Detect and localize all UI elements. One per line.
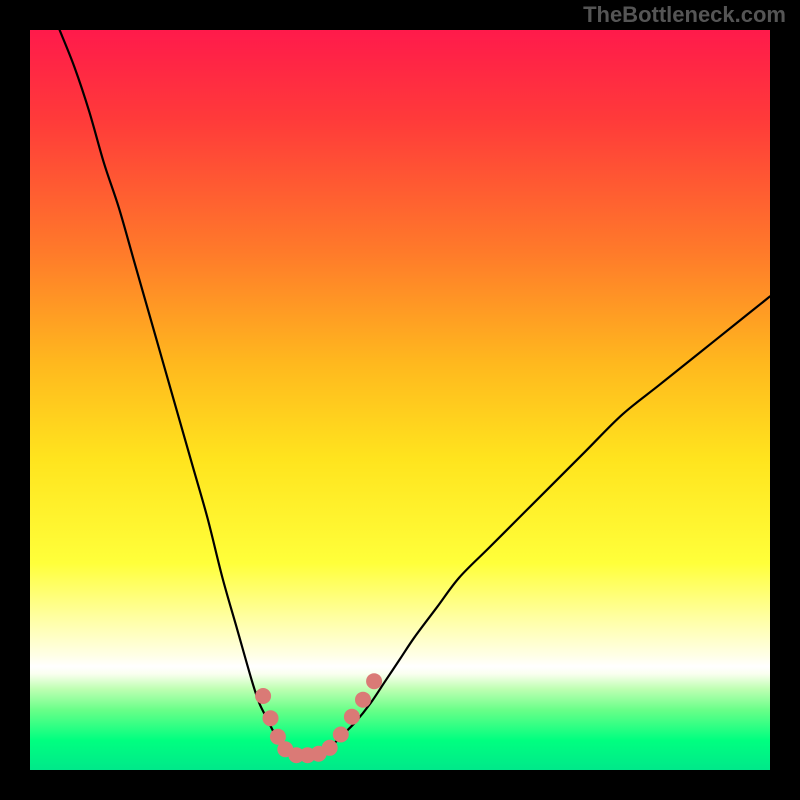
curve-marker-dot: [355, 692, 371, 708]
curve-marker-dot: [333, 726, 349, 742]
bottleneck-curve: [60, 30, 770, 755]
curve-marker-dot: [263, 710, 279, 726]
curve-marker-dot: [322, 740, 338, 756]
curve-layer: [30, 30, 770, 770]
chart-container: TheBottleneck.com: [0, 0, 800, 800]
curve-marker-dot: [366, 673, 382, 689]
curve-marker-dot: [344, 709, 360, 725]
plot-area: [30, 30, 770, 770]
curve-marker-dot: [255, 688, 271, 704]
curve-markers: [255, 673, 382, 763]
watermark-text: TheBottleneck.com: [583, 2, 786, 28]
